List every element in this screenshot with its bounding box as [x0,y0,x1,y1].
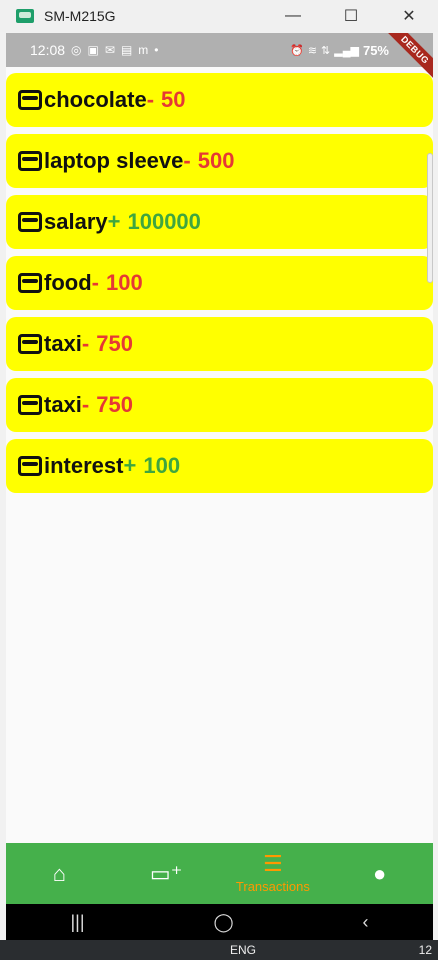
nav-add-transaction[interactable]: ▭⁺ [113,843,220,904]
nav-transactions[interactable]: ☰ Transactions [220,843,327,904]
transaction-sign: - [81,331,90,356]
transaction-sign: - [183,148,191,173]
transaction-label: taxi [44,331,82,356]
transaction-label: food [44,270,92,295]
transaction-list: chocolate -50 laptop sleeve -500 salary +1000… [6,73,433,500]
window-titlebar: SM-M215G — ☐ ✕ [0,0,438,32]
transaction-amount: 100 [143,453,181,478]
transaction-sign: - [91,270,99,295]
bottom-navigation: ⌂ ▭⁺ ☰ Transactions ● [6,843,433,904]
transaction-label: salary [44,209,108,234]
m-icon: m [138,43,149,57]
scrollbar[interactable] [427,153,433,283]
person-icon: ● [372,860,387,886]
minimize-icon[interactable]: — [264,0,322,32]
transaction-amount: 750 [96,392,133,417]
transaction-item[interactable]: taxi -750 [6,378,433,432]
status-time: 12:08 [30,42,66,58]
wallet-icon [18,151,42,171]
whatsapp-icon: ◎ [71,43,82,57]
transaction-amount: 50 [161,87,186,112]
dot-icon: • [154,43,159,57]
alarm-icon: ⏰ [290,44,304,57]
window-title: SM-M215G [44,8,116,24]
gallery-icon: ▤ [120,43,133,57]
mail-icon: ✉ [104,43,115,57]
transaction-item[interactable]: food -100 [6,256,433,310]
wallet-icon [18,456,42,476]
home-icon: ⌂ [52,860,67,886]
transaction-item[interactable]: laptop sleeve -500 [6,134,433,188]
transaction-label: laptop sleeve [44,148,184,173]
lte-icon: ⇅ [321,44,331,57]
list-icon: ☰ [263,851,283,876]
windows-taskbar: ENG 12 [0,940,438,960]
back-button[interactable]: ‹ [363,912,369,933]
transaction-sign: + [107,209,121,234]
wallet-icon [18,395,42,415]
linkedin-icon: ▣ [87,43,99,57]
transaction-item[interactable]: taxi -750 [6,317,433,371]
wallet-icon [18,334,42,354]
phone-screen: 12:08 ◎ ▣ ✉ ▤ m • ⏰ ≋ ⇅ ▂▄▆ 75% DEBUG ch… [6,33,433,940]
language-indicator[interactable]: ENG [230,943,256,957]
wallet-icon [18,212,42,232]
transaction-item[interactable]: interest +100 [6,439,433,493]
add-card-icon: ▭⁺ [149,860,183,886]
close-icon[interactable]: ✕ [380,0,438,32]
wallet-icon [18,273,42,293]
recent-apps-button[interactable]: ||| [70,912,84,933]
volte-icon: ≋ [307,44,318,57]
nav-transactions-label: Transactions [235,879,310,894]
transaction-amount: 100 [105,270,143,295]
transaction-amount: 100000 [127,209,201,234]
window-controls: — ☐ ✕ [264,0,438,32]
transaction-sign: - [81,392,90,417]
signal-icon: ▂▄▆ [334,44,359,57]
transaction-amount: 500 [197,148,235,173]
maximize-icon[interactable]: ☐ [322,0,380,32]
nav-profile[interactable]: ● [326,843,433,904]
taskbar-clock[interactable]: 12 [419,943,432,957]
android-app-icon [16,9,34,23]
status-right-icons: ⏰ ≋ ⇅ ▂▄▆ 75% [290,33,389,67]
status-bar: 12:08 ◎ ▣ ✉ ▤ m • ⏰ ≋ ⇅ ▂▄▆ 75% DEBUG [6,33,433,84]
transaction-label: interest [44,453,124,478]
battery-percent: 75% [362,42,389,58]
transaction-item[interactable]: salary +100000 [6,195,433,249]
transaction-amount: 750 [96,331,133,356]
status-notification-icons: ◎ ▣ ✉ ▤ m • [71,43,158,57]
nav-home[interactable]: ⌂ [6,843,113,904]
wallet-icon [18,90,42,110]
home-button[interactable]: ◯ [213,912,233,933]
android-system-nav: ||| ◯ ‹ [6,904,433,940]
transaction-sign: + [123,453,137,478]
transaction-label: chocolate [44,87,147,112]
transaction-sign: - [146,87,155,112]
transaction-item[interactable]: chocolate -50 [6,73,433,127]
transaction-label: taxi [44,392,82,417]
